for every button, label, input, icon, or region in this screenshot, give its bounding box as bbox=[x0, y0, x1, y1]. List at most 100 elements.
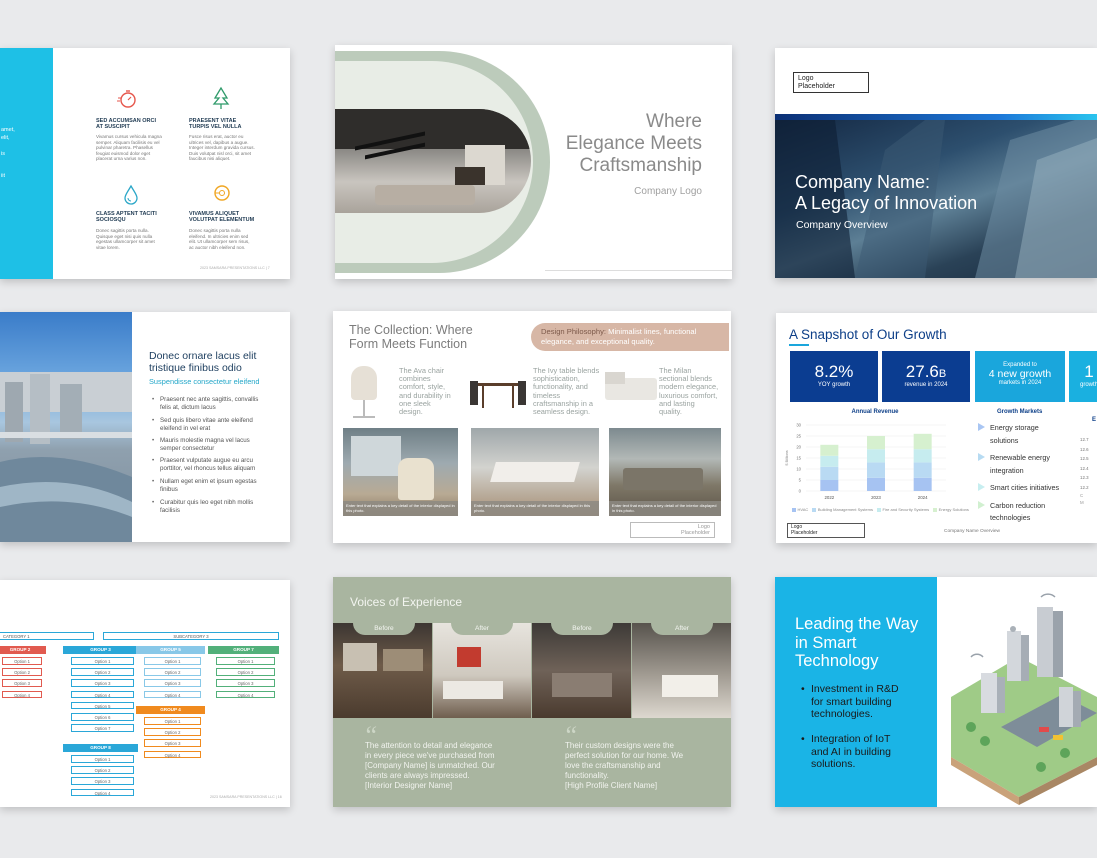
logo-line: Placeholder bbox=[798, 83, 835, 90]
option-box[interactable]: Option 7 bbox=[71, 724, 134, 732]
option-box[interactable]: Option 1 bbox=[71, 657, 134, 665]
legend-swatch bbox=[933, 507, 938, 512]
slide-company[interactable]: Logo Placeholder Company Name: A Legacy … bbox=[775, 48, 1097, 278]
group-header[interactable]: GROUP 4 bbox=[136, 706, 205, 714]
kpi-card: Expanded to 4 new growth markets in 2024 bbox=[975, 351, 1065, 402]
option-box[interactable]: Option 1 bbox=[144, 717, 201, 725]
slide-snapshot[interactable]: A Snapshot of Our Growth 8.2% YOY growth … bbox=[776, 313, 1097, 543]
bar-segment bbox=[913, 477, 932, 491]
group-header[interactable]: GROUP 8 bbox=[63, 744, 138, 752]
option-box[interactable]: Option 2 bbox=[144, 668, 201, 676]
option-box[interactable]: Option 2 bbox=[144, 728, 201, 736]
bar-segment bbox=[913, 433, 932, 450]
philosophy-label: Design Philosophy: bbox=[541, 327, 607, 336]
option-box[interactable]: Option 1 bbox=[144, 657, 201, 665]
category-box: CATEGORY 1 bbox=[0, 632, 94, 640]
philosophy-box: Design Philosophy: Minimalist lines, fun… bbox=[531, 323, 729, 351]
testimonial: The attention to detail and elegance in e… bbox=[365, 741, 495, 790]
bar-segment bbox=[867, 477, 885, 491]
slide-voices[interactable]: Voices of Experience Before After Before Af… bbox=[333, 577, 731, 807]
legend-label: M bbox=[1080, 500, 1084, 505]
bullet-item: Nullam eget enim et ipsum egestasfinibus bbox=[152, 478, 257, 493]
triangle-icon bbox=[978, 483, 985, 491]
bar-segment bbox=[867, 462, 885, 478]
x-tick-label: 2023 bbox=[871, 495, 881, 500]
group-header[interactable]: GROUP 5 bbox=[136, 646, 205, 654]
market-label: Carbon reduction technologies bbox=[990, 500, 1046, 523]
photo-tab: After bbox=[651, 623, 713, 635]
option-box[interactable]: Option 3 bbox=[71, 777, 134, 785]
option-box[interactable]: Option 2 bbox=[71, 668, 134, 676]
group-header[interactable]: GROUP 2 bbox=[0, 646, 46, 654]
y-tick-label: 0 bbox=[799, 489, 802, 494]
bar-segment bbox=[820, 444, 839, 456]
title-line: tristique finibus odio bbox=[149, 362, 242, 374]
option-box[interactable]: Option 3 bbox=[144, 739, 201, 747]
option-box[interactable]: Option 1 bbox=[2, 657, 42, 665]
after-photo bbox=[632, 623, 731, 718]
slide-elegance[interactable]: Where Elegance Meets Craftsmanship Compa… bbox=[335, 45, 732, 279]
logo-placeholder[interactable]: Logo Placeholder bbox=[787, 523, 865, 538]
logo-placeholder[interactable]: Logo Placeholder bbox=[793, 72, 869, 93]
option-box[interactable]: Option 4 bbox=[144, 750, 201, 759]
photo-tab: Before bbox=[551, 623, 613, 635]
option-box[interactable]: Option 4 bbox=[216, 690, 275, 699]
feature-body: Fusce risus erat, auctor eu ultrices vel… bbox=[189, 134, 255, 161]
option-box[interactable]: Option 3 bbox=[216, 679, 275, 687]
option-box[interactable]: Option 5 bbox=[71, 701, 134, 710]
market-label: Smart cities initiatives bbox=[990, 483, 1060, 492]
kpi-card: 27.6B revenue in 2024 bbox=[882, 351, 970, 402]
option-box[interactable]: Option 3 bbox=[2, 679, 42, 687]
milan-sectional-image bbox=[605, 372, 657, 404]
option-box[interactable]: Option 4 bbox=[71, 690, 134, 699]
slide-title: Company Name: A Legacy of Innovation bbox=[795, 172, 977, 214]
side-text: amet, elit, is iit bbox=[1, 126, 15, 180]
feature-title: PRAESENT VITAE TURPIS VEL NULLA bbox=[189, 118, 242, 130]
option-box[interactable]: Option 1 bbox=[71, 755, 134, 763]
option-box[interactable]: Option 6 bbox=[71, 713, 134, 721]
side-text-line: is bbox=[1, 151, 5, 157]
bottom-rule bbox=[545, 270, 732, 271]
option-box[interactable]: Option 4 bbox=[2, 690, 42, 699]
feature-body: Donec sagittis porta nulla. Quisque eget… bbox=[96, 228, 155, 250]
option-box[interactable]: Option 3 bbox=[144, 679, 201, 687]
y-tick-label: 5 bbox=[799, 478, 802, 483]
option-box[interactable]: Option 1 bbox=[216, 657, 275, 665]
bar-segment bbox=[820, 466, 839, 480]
bullet-item: Mauris molestie magna vel lacussemper co… bbox=[152, 437, 250, 452]
y-tick-label: 12.2 bbox=[1080, 484, 1089, 490]
option-box[interactable]: Option 4 bbox=[144, 690, 201, 699]
legend-swatch bbox=[876, 507, 881, 512]
group-header[interactable]: GROUP 3 bbox=[63, 646, 138, 654]
slide-orgchart[interactable]: CATEGORY 1 SUBCATEGORY 3 GROUP 2 Option 1… bbox=[0, 580, 290, 807]
bullet-item: Investment in R&Dfor smart buildingtechn… bbox=[801, 683, 899, 721]
slide-smart-tech[interactable]: Leading the Wayin SmartTechnology Invest… bbox=[775, 577, 1097, 807]
legend-label: HVAC bbox=[797, 507, 809, 512]
philosophy-text: elegance, and exceptional quality. bbox=[541, 336, 655, 346]
bar-segment bbox=[867, 436, 885, 450]
bullet-item: Praesent vulputate augue eu arcuporttito… bbox=[152, 457, 255, 472]
slide-title: Where Elegance Meets Craftsmanship bbox=[566, 111, 702, 177]
option-box[interactable]: Option 2 bbox=[71, 766, 134, 774]
bullet-item: Praesent nec ante sagittis, convallisfel… bbox=[152, 396, 258, 411]
x-tick-label: 2024 bbox=[918, 495, 928, 500]
photo-caption: Enter text that explains a key detail of… bbox=[612, 503, 717, 513]
logo-placeholder[interactable]: Logo Placeholder bbox=[630, 522, 715, 538]
option-box[interactable]: Option 4 bbox=[71, 788, 134, 797]
slide-features[interactable]: amet, elit, is iit SED ACCUMSAN ORCI AT … bbox=[0, 48, 290, 279]
group-header[interactable]: GROUP 7 bbox=[208, 646, 279, 654]
market-label: Energy storage solutions bbox=[990, 423, 1039, 445]
slide-collection[interactable]: The Collection: Where Form Meets Functio… bbox=[333, 311, 731, 543]
photo-caption: Enter text that explains a key detail of… bbox=[346, 503, 455, 513]
title-line: Form Meets Function bbox=[349, 337, 468, 351]
option-box[interactable]: Option 2 bbox=[2, 668, 42, 676]
revenue-chart: 30 25 20 15 10 5 0 $ Billions 2022 2023 2024 bbox=[785, 423, 946, 500]
option-box[interactable]: Option 3 bbox=[71, 679, 134, 687]
option-box[interactable]: Option 2 bbox=[216, 668, 275, 676]
slide-title: Donec ornare lacus elit tristique finibu… bbox=[149, 350, 256, 374]
y-tick-label: 12.5 bbox=[1080, 456, 1089, 461]
slide-industrial[interactable]: Donec ornare lacus elit tristique finibu… bbox=[0, 312, 290, 542]
drop-icon bbox=[124, 184, 138, 205]
philosophy-text: Minimalist lines, functional bbox=[608, 327, 697, 336]
legend-label: Building Management Systems bbox=[817, 507, 873, 512]
